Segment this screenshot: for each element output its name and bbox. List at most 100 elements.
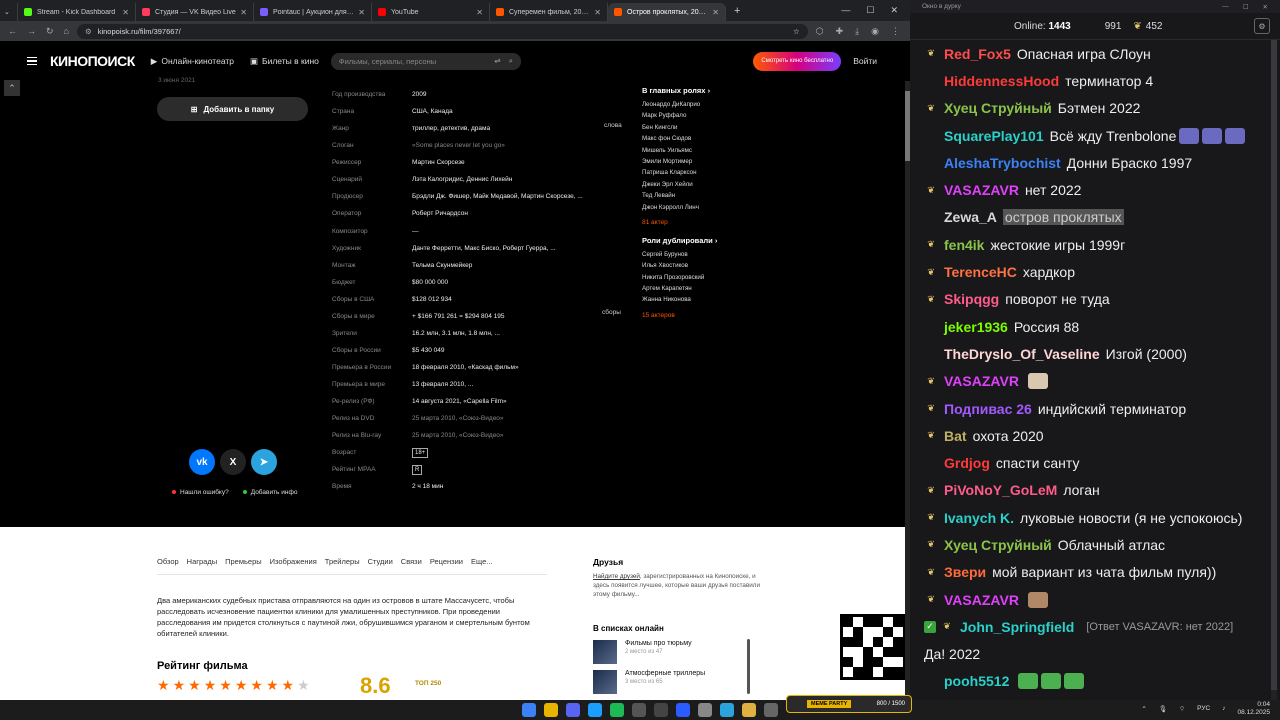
cast-name[interactable]: Патриша Кларксон	[642, 169, 772, 180]
chat-username[interactable]: Хуец Струйный	[944, 537, 1052, 553]
chat-username[interactable]: TheDryslo_Of_Vaseline	[944, 346, 1100, 362]
star-icon[interactable]: ★	[219, 677, 232, 694]
chat-username[interactable]: VASAZAVR	[944, 373, 1019, 389]
x-icon[interactable]: X	[220, 449, 246, 475]
chat-username[interactable]: HiddennessHood	[944, 73, 1059, 89]
subnav-item[interactable]: Премьеры	[225, 557, 262, 566]
cast-name[interactable]: Эмили Мортимер	[642, 158, 772, 169]
fact-value[interactable]: Роберт Ричардсон	[412, 210, 468, 217]
subnav-item[interactable]: Студии	[368, 557, 393, 566]
chat-username[interactable]: VASAZAVR	[944, 182, 1019, 198]
chat-username[interactable]: Grdjog	[944, 455, 990, 471]
gear-icon[interactable]: ⚙	[1254, 18, 1270, 34]
chat-username[interactable]: jeker1936	[944, 319, 1008, 335]
minimize-icon[interactable]: —	[1222, 3, 1229, 11]
browser-tab[interactable]: Stream - Kick Dashboard ✕	[18, 3, 136, 21]
fact-value[interactable]: Лэта Калогридис, Деннис Лихейн	[412, 176, 512, 183]
cast-name[interactable]: Тед Левайн	[642, 192, 772, 203]
maximize-icon[interactable]: ☐	[1243, 3, 1249, 11]
chat-username[interactable]: TerenceHC	[944, 264, 1017, 280]
puzzle-icon[interactable]: ✚	[836, 26, 844, 37]
lists-scrollbar[interactable]	[747, 639, 750, 694]
add-folder-button[interactable]: ⊞ Добавить в папку	[157, 97, 308, 121]
telegram-icon[interactable]: ➤	[251, 449, 277, 475]
star-icon[interactable]: ★	[204, 677, 217, 694]
subnav-item[interactable]: Связи	[401, 557, 422, 566]
fact-value[interactable]: США, Канада	[412, 108, 453, 115]
forward-icon[interactable]: →	[27, 26, 36, 37]
extension-icon[interactable]: ⬡	[816, 26, 824, 37]
chat-username[interactable]: John_Springfield	[960, 619, 1074, 635]
chat-username[interactable]: VASAZAVR	[944, 592, 1019, 608]
list-item[interactable]: Атмосферные триллеры 3 место из 65	[593, 670, 753, 694]
volume-icon[interactable]: ♪	[1222, 705, 1225, 712]
browser-tab[interactable]: Остров проклятых, 2009 — сп ✕	[608, 3, 726, 21]
dub-name[interactable]: Артем Карапетян	[642, 285, 772, 296]
fact-value[interactable]: + $166 791 261 = $294 804 195	[412, 313, 505, 320]
fact-value[interactable]: $128 012 934	[412, 296, 452, 303]
chat-username[interactable]: Подпивас 26	[944, 401, 1032, 417]
chat-username[interactable]: AleshaTrybochist	[944, 155, 1061, 171]
clock[interactable]: 0:04 08.12.2025	[1237, 701, 1270, 717]
cast-more-link[interactable]: 81 актер	[642, 219, 772, 226]
cast-name[interactable]: Бен Кингсли	[642, 124, 772, 135]
tab-close-icon[interactable]: ✕	[358, 8, 365, 17]
cast-name[interactable]: Макс фон Сюдов	[642, 135, 772, 146]
fact-value[interactable]: 13 февраля 2010, ...	[412, 381, 473, 388]
steam-icon[interactable]	[588, 703, 602, 717]
fact-value[interactable]: 16.2 млн, 3.1 млн, 1.8 млн, ...	[412, 330, 500, 337]
vk-icon[interactable]: vk	[189, 449, 215, 475]
dub-more-link[interactable]: 15 актеров	[642, 312, 772, 319]
chrome-icon[interactable]	[544, 703, 558, 717]
star-icon[interactable]: ★	[188, 677, 201, 694]
close-icon[interactable]: ✕	[1263, 3, 1268, 11]
minimize-icon[interactable]: —	[841, 5, 850, 16]
dub-name[interactable]: Илья Хвостиков	[642, 262, 772, 273]
top250-badge[interactable]: ТОП 250	[415, 680, 441, 687]
fact-value[interactable]: R	[412, 464, 423, 475]
subnav-item[interactable]: Награды	[187, 557, 217, 566]
fact-value[interactable]: 14 августа 2021, «Capella Film»	[412, 398, 507, 405]
fact-value[interactable]: 2009	[412, 91, 426, 98]
chat-username[interactable]: Zewa_A	[944, 209, 997, 225]
subnav-item[interactable]: Обзор	[157, 557, 179, 566]
fact-value[interactable]: Данте Ферретти, Макс Биско, Роберт Гуерр…	[412, 245, 556, 252]
cast-name[interactable]: Марк Руффало	[642, 112, 772, 123]
language-indicator[interactable]: РУС	[1197, 705, 1210, 712]
chat-username[interactable]: Skipqgg	[944, 291, 999, 307]
chat-username[interactable]: Bat	[944, 428, 967, 444]
rating-stars[interactable]: ★ ★ ★ ★ ★ ★ ★ ★ ★ ★	[157, 677, 310, 694]
subnav-item[interactable]: Рецензии	[430, 557, 463, 566]
cast-name[interactable]: Леонардо ДиКаприо	[642, 101, 772, 112]
login-button[interactable]: Войти	[853, 56, 877, 66]
tab-close-icon[interactable]: ✕	[712, 8, 719, 17]
fact-value[interactable]: Тельма Скунмейкер	[412, 262, 472, 269]
dub-name[interactable]: Никита Прозоровский	[642, 274, 772, 285]
chat-username[interactable]: Звери	[944, 564, 986, 580]
app-icon[interactable]	[676, 703, 690, 717]
star-icon[interactable]: ★	[173, 677, 186, 694]
home-icon[interactable]: ⌂	[64, 26, 69, 37]
fact-value[interactable]: 25 марта 2010, «Союз-Видео»	[412, 415, 504, 422]
obs-icon[interactable]	[632, 703, 646, 717]
start-icon[interactable]	[522, 703, 536, 717]
find-friends-link[interactable]: Найдите друзей	[593, 573, 640, 580]
subnav-item[interactable]: Трейлеры	[325, 557, 360, 566]
reply-reference[interactable]: [Ответ VASAZAVR: нет 2022]	[1086, 621, 1233, 633]
network-icon[interactable]: ⌔	[1179, 704, 1185, 713]
search-input[interactable]: Фильмы, сериалы, персоны ⇌ ⌕	[330, 52, 521, 70]
download-icon[interactable]: ⤓	[855, 26, 859, 37]
fact-value[interactable]: Брэдли Дж. Фишер, Майк Медавой, Мартин С…	[412, 193, 583, 200]
subnav-item[interactable]: Изображения	[270, 557, 317, 566]
online-cinema-link[interactable]: ▶ Онлайн-кинотеатр	[151, 56, 234, 67]
browser-tab[interactable]: YouTube ✕	[372, 3, 490, 21]
telegram-icon[interactable]	[720, 703, 734, 717]
report-error-link[interactable]: Нашли ошибку?	[172, 489, 229, 496]
empty-star-icon[interactable]: ★	[297, 677, 310, 694]
explorer-icon[interactable]	[742, 703, 756, 717]
list-item[interactable]: Фильмы про тюрьму 2 место из 47	[593, 640, 753, 664]
chevron-up-icon[interactable]: ⌃	[1141, 705, 1146, 713]
dub-name[interactable]: Жанна Никонова	[642, 296, 772, 307]
tab-close-icon[interactable]: ✕	[594, 8, 601, 17]
app-icon[interactable]	[654, 703, 668, 717]
